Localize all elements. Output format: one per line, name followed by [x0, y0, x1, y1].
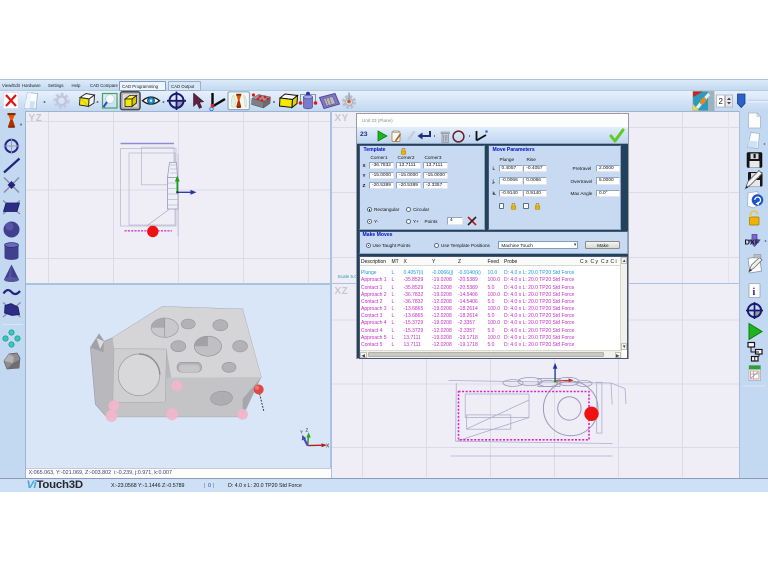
svg-text:Z: Z	[305, 427, 308, 432]
svg-text:Y: Y	[300, 429, 303, 434]
svg-text:DXF: DXF	[745, 237, 760, 246]
svg-text:i: i	[753, 287, 756, 298]
svg-text:X: X	[326, 443, 330, 449]
svg-text:2: 2	[719, 97, 724, 106]
